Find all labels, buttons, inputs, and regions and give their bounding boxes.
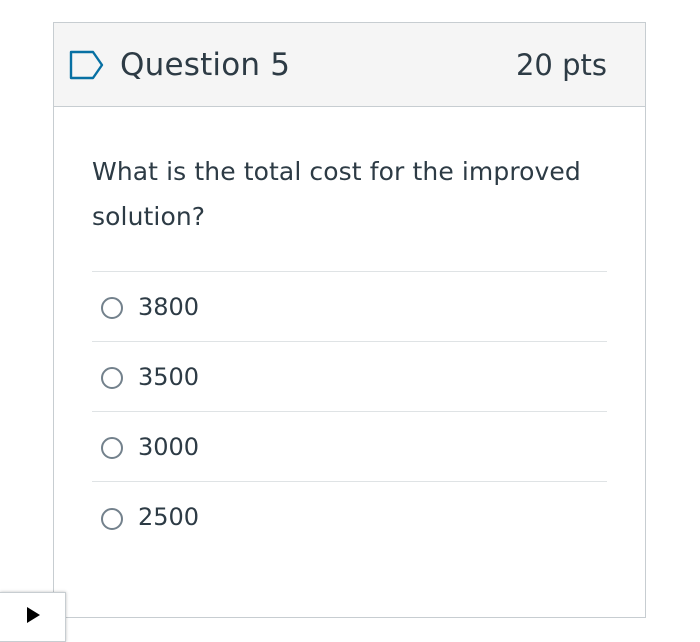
answer-label: 3800	[138, 292, 200, 321]
radio-button[interactable]	[101, 437, 123, 459]
answer-option[interactable]: 2500	[92, 482, 607, 552]
question-title: Question 5	[120, 46, 291, 83]
flag-question-icon[interactable]	[69, 46, 107, 84]
answer-label: 3500	[138, 362, 200, 391]
answer-option[interactable]: 3800	[92, 272, 607, 342]
radio-button[interactable]	[101, 507, 123, 530]
answer-list: 3800 3500 3000 2500	[92, 272, 607, 552]
question-points: 20 pts	[515, 47, 607, 82]
question-header: Question 5 20 pts	[54, 23, 645, 107]
quiz-page: Question 5 20 pts What is the total cost…	[0, 0, 700, 642]
answer-label: 3000	[138, 432, 200, 461]
sidebar-toggle-button[interactable]	[0, 592, 66, 642]
question-text: What is the total cost for the improved …	[92, 149, 607, 272]
answer-label: 2500	[138, 503, 200, 531]
radio-button[interactable]	[101, 367, 123, 389]
play-triangle-icon	[24, 606, 42, 628]
answer-option[interactable]: 3000	[92, 412, 607, 482]
radio-button[interactable]	[101, 297, 123, 319]
question-card: Question 5 20 pts What is the total cost…	[53, 22, 646, 618]
question-body: What is the total cost for the improved …	[54, 107, 645, 552]
answer-option[interactable]: 3500	[92, 342, 607, 412]
